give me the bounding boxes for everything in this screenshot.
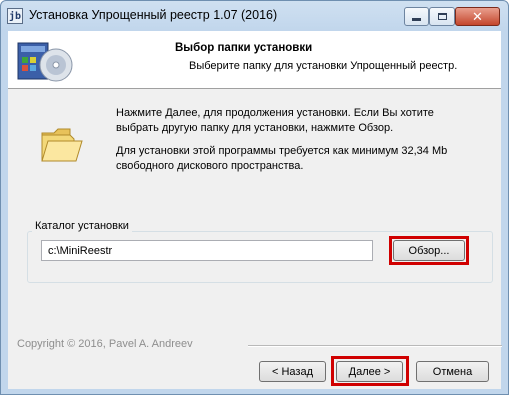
page-title: Выбор папки установки: [175, 42, 313, 54]
close-icon: ✕: [472, 9, 483, 24]
cancel-button[interactable]: Отмена: [416, 361, 489, 382]
maximize-icon: [437, 13, 447, 20]
install-dir-input[interactable]: [41, 240, 373, 261]
installer-disc-icon: [17, 42, 73, 82]
title-bar[interactable]: jb Установка Упрощенный реестр 1.07 (201…: [1, 1, 508, 31]
install-dir-label: Каталог установки: [32, 220, 132, 232]
minimize-icon: [412, 18, 421, 21]
info-line: Для установки этой программы требуется к…: [116, 145, 448, 157]
info-text-1: Нажмите Далее, для продолжения установки…: [116, 106, 434, 136]
browse-button-highlight: [389, 236, 469, 265]
close-button[interactable]: ✕: [455, 7, 500, 26]
installer-window: jb Установка Упрощенный реестр 1.07 (201…: [0, 0, 509, 395]
info-line: Нажмите Далее, для продолжения установки…: [116, 107, 434, 119]
next-button-highlight: [331, 356, 409, 386]
info-text-2: Для установки этой программы требуется к…: [116, 144, 447, 174]
minimize-button[interactable]: [404, 7, 429, 26]
window-title: Установка Упрощенный реестр 1.07 (2016): [29, 8, 278, 22]
back-button[interactable]: < Назад: [259, 361, 326, 382]
maximize-button[interactable]: [429, 7, 455, 26]
wizard-body: Нажмите Далее, для продолжения установки…: [8, 89, 502, 389]
info-line: выбрать другую папку для установки, нажм…: [116, 122, 394, 134]
info-line: свободного дискового пространства.: [116, 160, 304, 172]
app-icon: jb: [7, 8, 23, 24]
wizard-header: Выбор папки установки Выберите папку для…: [8, 31, 501, 89]
page-subtitle: Выберите папку для установки Упрощенный …: [189, 60, 458, 72]
footer-divider: [248, 345, 502, 347]
copyright-text: Copyright © 2016, Pavel A. Andreev: [17, 338, 193, 350]
folder-icon: [41, 128, 83, 162]
